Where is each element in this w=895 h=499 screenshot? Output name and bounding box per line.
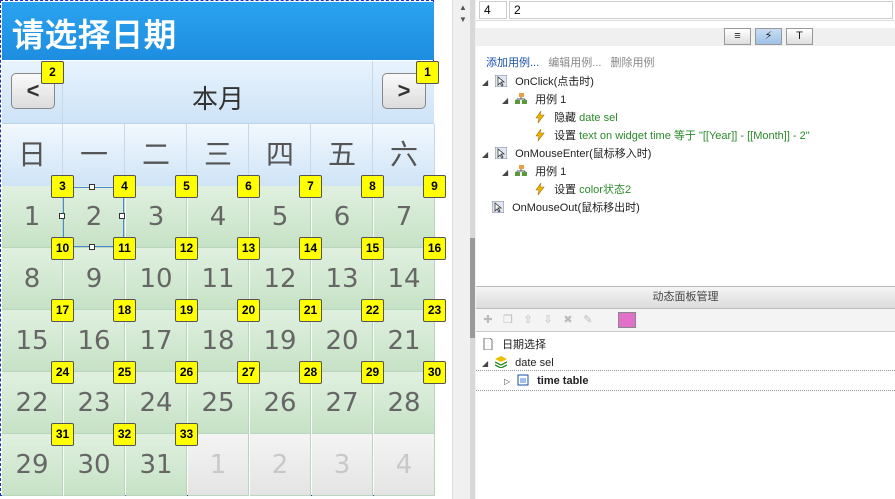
day-cell-next-month[interactable]: 2 [250,434,311,496]
case-icon [515,165,528,176]
next-month-marker: 1 [416,61,439,84]
tab-interactions[interactable]: ⚡ [755,28,782,45]
cursor-icon [495,75,508,87]
resize-handle[interactable] [119,213,125,219]
collapse-icon[interactable]: ▷ [504,374,514,390]
lightning-icon [535,111,545,123]
add-state-icon[interactable]: ✚ [480,312,496,328]
add-case-link[interactable]: 添加用例... [486,57,539,69]
edit-state-icon[interactable]: ✎ [580,312,596,328]
interaction-marker: 18 [113,299,136,322]
month-label: 本月 [192,85,245,115]
interaction-marker: 5 [175,175,198,198]
interaction-marker: 23 [423,299,446,322]
panel-state-icon[interactable] [618,312,636,328]
event-onmouseenter[interactable]: ◢ OnMouseEnter(鼠标移入时) [482,146,651,162]
move-down-icon[interactable]: ⇩ [540,312,556,328]
cursor-icon [492,201,504,213]
y-input[interactable]: 2 [509,1,893,19]
action-set-color[interactable]: 设置 color状态2 [534,182,631,198]
duplicate-state-icon[interactable]: ❐ [500,312,516,328]
resize-handle[interactable] [89,184,95,190]
calendar-widget[interactable]: 请选择日期 < 本月 > 日一二三四五六 1 2 3 4 5 6 7 8 9 10 11 12 13 14… [0,0,446,496]
interaction-marker: 11 [113,237,136,260]
case-1b[interactable]: ◢ 用例 1 [502,164,566,180]
move-up-icon[interactable]: ⇧ [520,312,536,328]
calendar-title: 请选择日期 [12,16,178,54]
resize-handle[interactable] [89,244,95,250]
interaction-marker: 26 [175,361,198,384]
action-set-text[interactable]: 设置 text on widget time 等于 "[[Year]] - [[… [534,128,810,144]
interaction-marker: 3 [51,175,74,198]
properties-tabbar: ≡ ⚡ T [476,28,895,46]
tab-style[interactable]: T [786,28,813,45]
layers-icon [495,356,508,368]
interaction-marker: 22 [361,299,384,322]
prev-month-marker: 2 [41,61,64,84]
interaction-marker: 30 [423,361,446,384]
interaction-marker: 13 [237,237,260,260]
interaction-marker: 29 [361,361,384,384]
edit-case-link[interactable]: 编辑用例... [548,57,601,69]
lightning-icon [535,183,545,195]
page-icon [483,338,493,350]
interaction-marker: 10 [51,237,74,260]
panel-manager-title: 动态面板管理 [476,286,895,309]
tab-notes[interactable]: ≡ [724,28,751,45]
expand-icon[interactable]: ◢ [502,93,512,109]
panel-manager-toolbar: ✚ ❐ ⇧ ⇩ ✖ ✎ [476,309,895,332]
calendar-title-bar: 请选择日期 [2,2,434,60]
event-onclick[interactable]: ◢ OnClick(点击时) [482,74,594,90]
interaction-marker: 6 [237,175,260,198]
day-cell-next-month[interactable]: 3 [312,434,373,496]
delete-case-link[interactable]: 删除用例 [610,57,654,69]
interaction-marker: 15 [361,237,384,260]
interaction-marker: 17 [51,299,74,322]
interaction-marker: 25 [113,361,136,384]
tree-state[interactable]: ▷ time table [504,373,588,389]
delete-state-icon[interactable]: ✖ [560,312,576,328]
interaction-marker: 14 [299,237,322,260]
interaction-marker: 16 [423,237,446,260]
interaction-marker: 4 [113,175,136,198]
resize-handle[interactable] [59,213,65,219]
interaction-marker: 21 [299,299,322,322]
interaction-marker: 7 [299,175,322,198]
tree-root[interactable]: 日期选择 [482,337,546,353]
case-1[interactable]: ◢ 用例 1 [502,92,566,108]
expand-icon[interactable]: ◢ [502,165,512,181]
cursor-icon [495,147,508,159]
interaction-marker: 28 [299,361,322,384]
interaction-marker: 33 [175,423,198,446]
interaction-marker: 24 [51,361,74,384]
interaction-marker: 27 [237,361,260,384]
interaction-marker: 9 [423,175,446,198]
position-inputs: 4 2 [476,0,895,21]
action-hide[interactable]: 隐藏 date sel [534,110,618,126]
interaction-marker: 32 [113,423,136,446]
expand-icon[interactable]: ◢ [482,75,492,91]
interaction-marker: 8 [361,175,384,198]
x-input[interactable]: 4 [479,1,507,19]
interaction-marker: 31 [51,423,74,446]
dynamic-panel-manager: 动态面板管理 ✚ ❐ ⇧ ⇩ ✖ ✎ 日期选择 ◢ date sel ▷ tim… [476,286,895,499]
case-icon [515,93,528,104]
divider-grip[interactable] [470,238,475,338]
interaction-marker: 20 [237,299,260,322]
month-nav-row: < 本月 > [2,61,434,124]
case-toolbar: 添加用例... 编辑用例... 删除用例 [486,54,660,70]
state-icon [517,374,529,386]
event-onmouseout[interactable]: OnMouseOut(鼠标移出时) [492,200,640,216]
scroll-up-arrow[interactable]: ▲ [457,4,469,12]
interaction-marker: 19 [175,299,198,322]
expand-icon[interactable]: ◢ [482,147,492,163]
lightning-icon [535,129,545,141]
interaction-marker: 12 [175,237,198,260]
design-canvas-area: 请选择日期 < 本月 > 日一二三四五六 1 2 3 4 5 6 7 8 9 10 11 12 13 14… [0,0,452,499]
day-cell-next-month[interactable]: 4 [374,434,435,496]
scroll-down-arrow[interactable]: ▼ [457,16,469,24]
tree-panel[interactable]: ◢ date sel [482,355,554,371]
